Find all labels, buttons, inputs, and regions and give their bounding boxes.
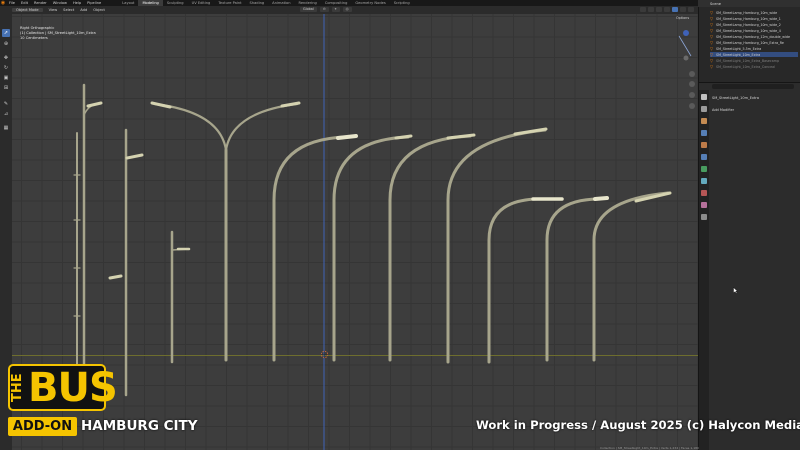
- add-modifier-button[interactable]: Add Modifier: [712, 108, 734, 112]
- options-dropdown[interactable]: Options: [676, 16, 689, 20]
- transform-icon[interactable]: ⊞: [2, 84, 10, 92]
- street-lamp-curved-3[interactable]: [388, 133, 476, 362]
- outliner-item-label: SM_StreetLamp_Hamburg_10m_wide_4: [716, 28, 781, 33]
- pan-icon[interactable]: [689, 81, 695, 87]
- scene-tab-icon[interactable]: [701, 142, 707, 148]
- outliner-item-label: SM_StreetLight_5.5m_Extra: [716, 46, 762, 51]
- visibility-icon[interactable]: [640, 7, 646, 12]
- outliner-item[interactable]: ▽ SM_StreetLight_10m_Extra_Conceal: [710, 64, 798, 69]
- street-lamp-4[interactable]: [170, 230, 191, 364]
- menu-object[interactable]: Object: [90, 8, 108, 12]
- particles-tab-icon[interactable]: [701, 190, 707, 196]
- navigation-gizmo[interactable]: [678, 30, 695, 109]
- outliner-item-label: SM_StreetLight_10m_Extra_Conceal: [716, 64, 776, 69]
- xray-icon[interactable]: [664, 7, 670, 12]
- street-lamp-curved-2[interactable]: [332, 134, 413, 362]
- outliner-item[interactable]: ▽ SM_StreetLight_10m_Extra: [710, 52, 798, 57]
- outliner-header: Scene: [698, 0, 800, 7]
- rotate-icon[interactable]: ↻: [2, 64, 10, 72]
- cursor-icon[interactable]: ⊕: [2, 40, 10, 48]
- transform-tools: Global ⊙ ⌖ ◎: [300, 7, 352, 12]
- outliner-item-label: SM_StreetLamp_Hamburg_10m_Extra_Re: [716, 40, 784, 45]
- scale-icon[interactable]: ▣: [2, 74, 10, 82]
- ortho-toggle-icon[interactable]: [689, 103, 695, 109]
- measure-icon[interactable]: ⊿: [2, 110, 10, 118]
- street-lamp-double[interactable]: [150, 101, 301, 362]
- gizmo-icon[interactable]: [648, 7, 654, 12]
- properties-panel: [698, 82, 800, 450]
- outliner-item[interactable]: ▽ SM_StreetLamp_Hamburg_10m_wide_4: [710, 28, 798, 33]
- rendered-shading-icon[interactable]: [688, 7, 694, 12]
- menu-select[interactable]: Select: [60, 8, 77, 12]
- outliner-item[interactable]: ▽ SM_StreetLamp_Hamburg_10m_Extra_Re: [710, 40, 798, 45]
- outliner-item[interactable]: ▽ SM_StreetLamp_Hamburg_10m_wide: [710, 10, 798, 15]
- logo-bus-text: BUS: [28, 365, 118, 411]
- street-lamp-2[interactable]: [73, 132, 81, 369]
- solid-shading-icon[interactable]: [672, 7, 678, 12]
- outliner-item[interactable]: ▽ SM_StreetLight_5.5m_Extra: [710, 46, 798, 51]
- tool-tab-icon[interactable]: [701, 94, 707, 100]
- constraints-tab-icon[interactable]: [701, 214, 707, 220]
- object-mode-dropdown[interactable]: Object Mode: [12, 8, 43, 12]
- object-tab-icon[interactable]: [701, 166, 707, 172]
- move-icon[interactable]: ✥: [2, 54, 10, 62]
- outliner-item-label: SM_StreetLamp_Hamburg_12m_double_wide: [716, 34, 791, 39]
- menu-add[interactable]: Add: [77, 8, 90, 12]
- outliner-item-label: SM_StreetLight_10m_Extra: [716, 52, 761, 57]
- outliner-title: Scene: [710, 1, 721, 6]
- status-bar: Collection | SM_StreetLight_10m_Extra | …: [600, 446, 699, 450]
- work-in-progress-caption: Work in Progress / August 2025 (c) Halyc…: [476, 418, 800, 432]
- output-tab-icon[interactable]: [701, 118, 707, 124]
- outliner-item[interactable]: ▽ SM_StreetLamp_Hamburg_10m_wide_1: [710, 16, 798, 21]
- snap-icon[interactable]: ⌖: [331, 7, 340, 12]
- modifier-tab-icon[interactable]: [701, 178, 707, 184]
- axis-gizmo-dot-icon[interactable]: [683, 55, 689, 61]
- street-lamp-small-3[interactable]: [592, 191, 672, 362]
- street-lamp-curved-1[interactable]: [272, 134, 358, 362]
- world-tab-icon[interactable]: [701, 154, 707, 160]
- shading-controls: [640, 7, 694, 12]
- menu-view[interactable]: View: [46, 8, 61, 12]
- street-lamp-curved-4[interactable]: [446, 127, 548, 364]
- select-box-icon[interactable]: ➚: [2, 29, 10, 37]
- outliner-item-label: SM_StreetLamp_Hamburg_10m_wide: [716, 10, 778, 15]
- mouse-cursor-icon: [733, 287, 738, 294]
- add-cube-icon[interactable]: ▦: [2, 124, 10, 132]
- view-layer-tab-icon[interactable]: [701, 130, 707, 136]
- pivot-icon[interactable]: ⊙: [319, 7, 329, 12]
- properties-search-input[interactable]: [712, 84, 794, 89]
- z-axis-gizmo-icon[interactable]: [683, 30, 689, 36]
- camera-view-icon[interactable]: [689, 92, 695, 98]
- viewport-info: Right Orthographic (1) Collection | SM_S…: [20, 26, 96, 41]
- addon-badge: ADD-ON: [8, 417, 77, 436]
- proportional-edit-icon[interactable]: ◎: [342, 7, 352, 12]
- viewport-header: Object Mode View Select Add Object Globa…: [0, 6, 698, 14]
- outliner-item-label: SM_StreetLamp_Hamburg_10m_wide_2: [716, 22, 781, 27]
- outliner-item[interactable]: ▽ SM_StreetLamp_Hamburg_12m_double_wide: [710, 34, 798, 39]
- city-label: HAMBURG CITY: [81, 418, 198, 434]
- render-tab-icon[interactable]: [701, 106, 707, 112]
- grid-scale: 10 Centimeters: [20, 36, 48, 40]
- logo-the-text: THE: [10, 373, 25, 403]
- overlay-icon[interactable]: [656, 7, 662, 12]
- active-object-name: SM_StreetLight_10m_Extra: [712, 96, 759, 100]
- outliner-item[interactable]: ▽ SM_StreetLamp_Hamburg_10m_wide_2: [710, 22, 798, 27]
- street-lamp-1[interactable]: [82, 83, 103, 397]
- zoom-icon[interactable]: [689, 71, 695, 77]
- outliner-item[interactable]: ▽ SM_StreetLight_10m_Extra_Basecamp: [710, 58, 798, 63]
- addon-label: ADD-ON: [12, 419, 73, 434]
- transform-orientation-dropdown[interactable]: Global: [300, 7, 317, 12]
- material-shading-icon[interactable]: [680, 7, 686, 12]
- outliner-item-label: SM_StreetLight_10m_Extra_Basecamp: [716, 58, 780, 63]
- annotate-icon[interactable]: ✎: [2, 100, 10, 108]
- physics-tab-icon[interactable]: [701, 202, 707, 208]
- outliner-item-label: SM_StreetLamp_Hamburg_10m_wide_1: [716, 16, 781, 21]
